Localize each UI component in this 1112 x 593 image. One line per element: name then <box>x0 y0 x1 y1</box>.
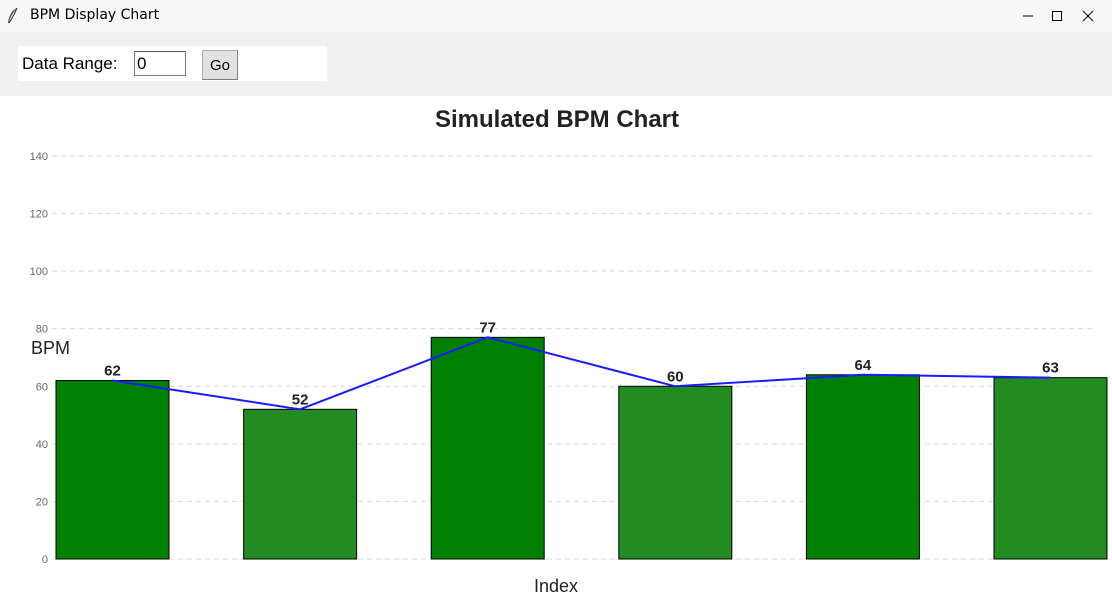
y-tick-label: 140 <box>30 151 48 163</box>
data-label: 77 <box>479 319 496 336</box>
data-label: 62 <box>104 363 121 380</box>
range-input[interactable] <box>134 51 186 76</box>
y-tick-labels: 0 20 40 60 80 100 120 140 <box>30 151 48 566</box>
y-tick-label: 100 <box>30 266 48 278</box>
y-tick-label: 60 <box>36 381 48 393</box>
bar <box>618 385 733 560</box>
range-label: Data Range: <box>22 54 118 73</box>
data-label: 63 <box>1042 360 1059 377</box>
y-tick-label: 40 <box>36 439 48 451</box>
close-icon <box>1082 10 1094 22</box>
bpm-chart: Simulated BPM Chart 0 20 40 60 80 100 120 140 B… <box>30 106 1108 593</box>
title-bar: BPM Display Chart <box>0 0 1112 32</box>
bar <box>430 336 545 560</box>
range-controls: Data Range: Go <box>18 46 327 81</box>
x-axis-label: Index <box>534 576 578 593</box>
data-label: 60 <box>667 368 684 385</box>
go-button[interactable]: Go <box>202 50 238 80</box>
bar <box>993 377 1108 560</box>
bar <box>55 380 170 560</box>
y-tick-label: 0 <box>42 554 48 566</box>
bar <box>243 408 358 560</box>
bars <box>55 336 1108 560</box>
y-axis-label: BPM <box>31 338 70 358</box>
feather-icon <box>8 7 18 24</box>
y-tick-label: 20 <box>36 496 48 508</box>
data-label: 52 <box>292 391 309 408</box>
bar <box>805 374 920 560</box>
y-tick-label: 80 <box>36 324 48 336</box>
chart-title: Simulated BPM Chart <box>435 106 679 133</box>
y-tick-label: 120 <box>30 209 48 221</box>
grid-lines <box>52 155 1095 560</box>
close-button[interactable] <box>1060 0 1112 32</box>
data-label: 64 <box>855 357 872 374</box>
window-title: BPM Display Chart <box>30 7 160 23</box>
